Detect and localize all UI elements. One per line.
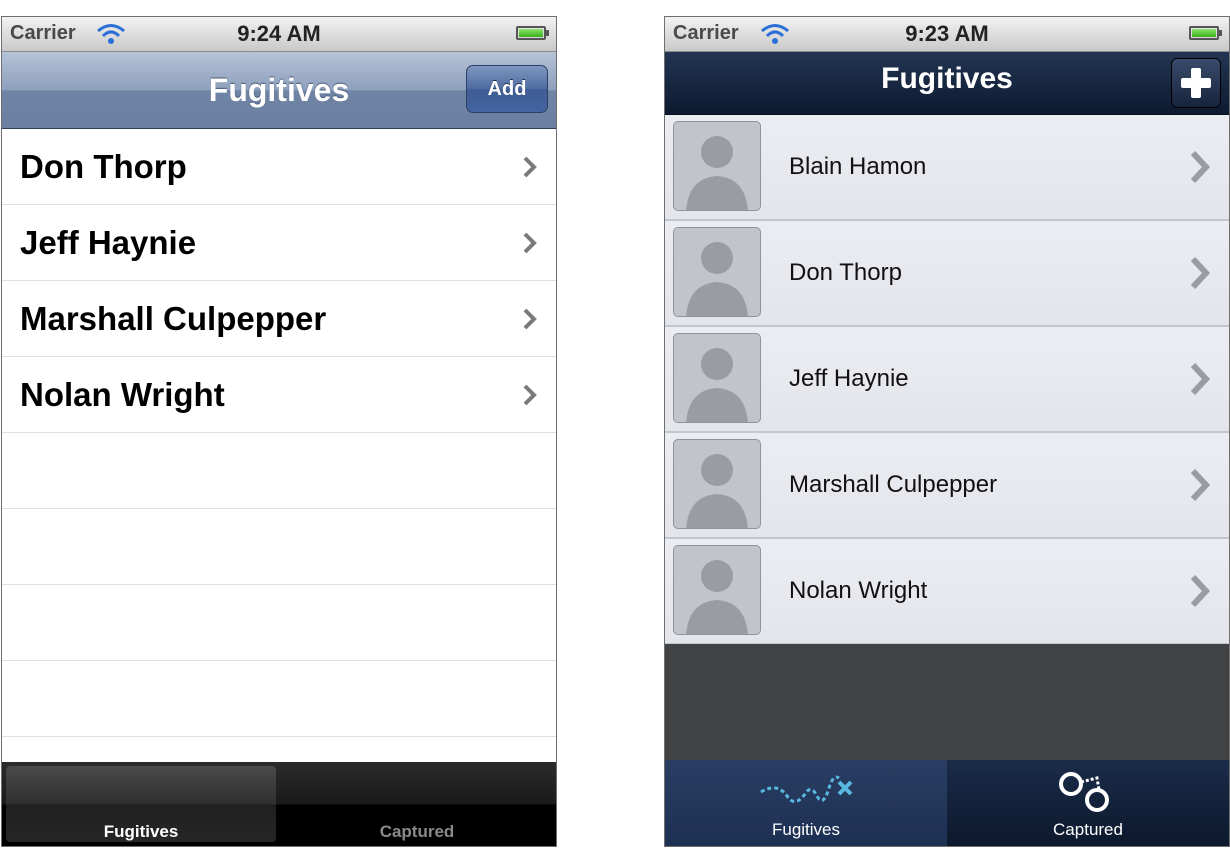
- tab-fugitives-label: Fugitives: [103, 822, 179, 841]
- page-title: Fugitives: [881, 62, 1013, 95]
- battery-icon: [516, 26, 549, 40]
- chevron-right-icon: [523, 232, 537, 254]
- clock: 9:23 AM: [905, 21, 989, 46]
- chevron-right-icon: [1190, 362, 1211, 396]
- avatar-placeholder-icon: [673, 545, 761, 635]
- chevron-right-icon: [1190, 256, 1211, 290]
- list-item-label: Nolan Wright: [789, 577, 928, 604]
- handcuffs-icon: [1059, 772, 1109, 812]
- list-item[interactable]: Jeff Haynie: [665, 327, 1229, 433]
- list-background: [665, 644, 1229, 762]
- chevron-right-icon: [523, 308, 537, 330]
- list-item[interactable]: Nolan Wright: [2, 357, 556, 433]
- empty-row: [2, 433, 556, 509]
- chevron-right-icon: [523, 384, 537, 406]
- navigation-bar: Fugitives: [665, 52, 1229, 115]
- empty-row: [2, 585, 556, 661]
- list-item[interactable]: Marshall Culpepper: [2, 281, 556, 357]
- list-item[interactable]: Don Thorp: [665, 221, 1229, 327]
- add-button[interactable]: [1171, 58, 1221, 108]
- tab-bar: Fugitives Captured: [665, 760, 1229, 846]
- list-item-label: Don Thorp: [789, 259, 902, 286]
- trail-icon: [760, 775, 853, 803]
- chevron-right-icon: [523, 156, 537, 178]
- status-bar: Carrier 9:24 AM: [2, 17, 556, 52]
- list-item-label: Marshall Culpepper: [789, 471, 998, 498]
- chevron-right-icon: [1190, 150, 1211, 184]
- list-item[interactable]: Blain Hamon: [665, 115, 1229, 221]
- chevron-right-icon: [1190, 468, 1211, 502]
- list-item-label: Jeff Haynie: [789, 365, 909, 392]
- tab-captured[interactable]: Captured: [280, 822, 554, 842]
- avatar-placeholder-icon: [673, 333, 761, 423]
- avatar-placeholder-icon: [673, 121, 761, 211]
- battery-icon: [1189, 26, 1222, 40]
- status-bar: Carrier 9:23 AM: [665, 17, 1229, 52]
- list-item[interactable]: Don Thorp: [2, 129, 556, 205]
- plus-icon: [1181, 68, 1211, 98]
- list-item[interactable]: Jeff Haynie: [2, 205, 556, 281]
- tab-fugitives-label: Fugitives: [771, 820, 841, 839]
- fugitive-list: Don Thorp Jeff Haynie Marshall Culpepper…: [2, 129, 556, 737]
- clock: 9:24 AM: [237, 21, 321, 46]
- list-item-label: Don Thorp: [20, 148, 187, 185]
- avatar-placeholder-icon: [673, 439, 761, 529]
- list-item[interactable]: Nolan Wright: [665, 539, 1229, 645]
- tab-fugitives[interactable]: Fugitives: [665, 760, 947, 846]
- chevron-right-icon: [1190, 574, 1211, 608]
- right-phone-screen: Carrier 9:23 AM Fugitives Blain Hamon Do…: [664, 16, 1230, 847]
- list-item-label: Blain Hamon: [789, 153, 927, 180]
- tab-bar: Fugitives Captured: [2, 762, 556, 846]
- list-item[interactable]: Marshall Culpepper: [665, 433, 1229, 539]
- add-button[interactable]: Add: [466, 65, 548, 113]
- tab-captured[interactable]: Captured: [947, 820, 1229, 840]
- list-item-label: Jeff Haynie: [20, 224, 197, 261]
- empty-row: [2, 661, 556, 737]
- avatar-placeholder-icon: [673, 227, 761, 317]
- list-item-label: Marshall Culpepper: [20, 300, 327, 337]
- list-item-label: Nolan Wright: [20, 376, 225, 413]
- left-phone-screen: Carrier 9:24 AM Fugitives Add Don Thorp …: [1, 16, 557, 847]
- navigation-bar: Fugitives Add: [2, 52, 556, 129]
- empty-row: [2, 509, 556, 585]
- fugitive-list: Blain Hamon Don Thorp Jeff Haynie Marsha…: [665, 115, 1229, 645]
